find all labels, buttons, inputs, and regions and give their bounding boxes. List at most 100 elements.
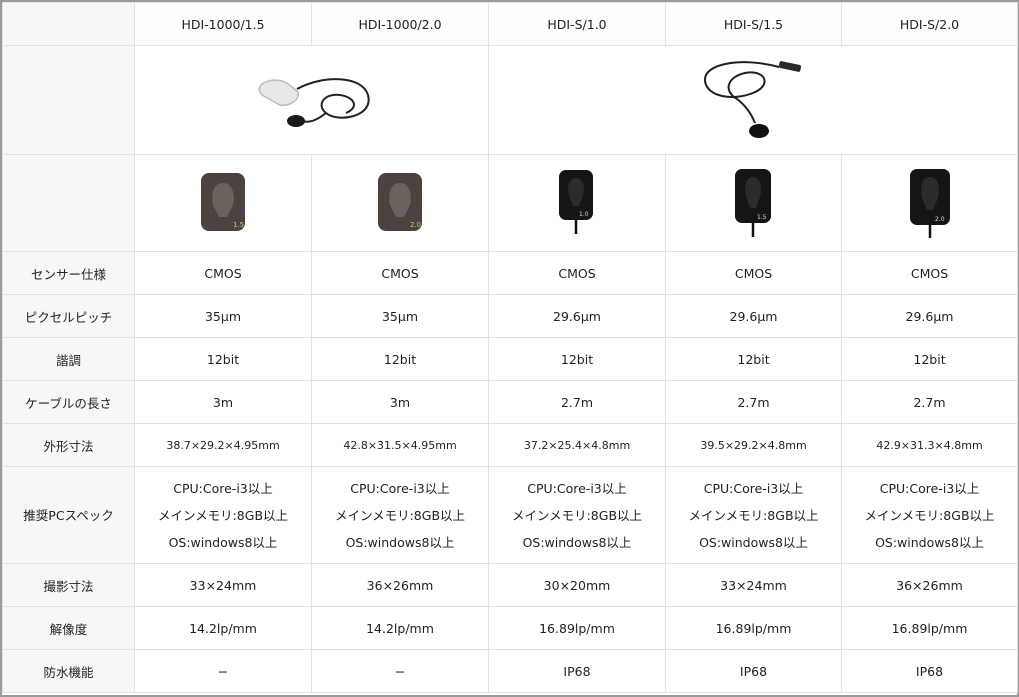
spec-value: 14.2lp/mm: [311, 606, 489, 650]
sensor-size-mark: 2.0: [410, 221, 421, 229]
sensor-photo-cell: 2.0: [311, 154, 489, 252]
spec-value: 12bit: [311, 337, 489, 381]
spec-value: 16.89lp/mm: [841, 606, 1018, 650]
spec-value: 29.6μm: [841, 294, 1018, 338]
model-header: HDI-S/2.0: [841, 2, 1018, 46]
spec-value: 29.6μm: [665, 294, 842, 338]
spec-value: 12bit: [841, 337, 1018, 381]
spec-value: 38.7×29.2×4.95mm: [134, 423, 312, 467]
model-header: HDI-1000/1.5: [134, 2, 312, 46]
spec-row: 諧調 12bit 12bit 12bit 12bit 12bit: [2, 337, 1018, 381]
spec-value: 16.89lp/mm: [665, 606, 842, 650]
spec-value: 2.7m: [665, 380, 842, 424]
spec-row: センサー仕様 CMOS CMOS CMOS CMOS CMOS: [2, 251, 1018, 295]
spec-value: −: [311, 649, 489, 693]
spec-value: IP68: [841, 649, 1018, 693]
sensor-2.0-image: 2.0: [378, 173, 422, 231]
spec-value: 33×24mm: [665, 563, 842, 607]
spec-row: 解像度 14.2lp/mm 14.2lp/mm 16.89lp/mm 16.89…: [2, 606, 1018, 650]
spec-value: 16.89lp/mm: [488, 606, 666, 650]
pc-spec-memory: メインメモリ:8GB以上: [334, 507, 466, 523]
header-blank-cell: [2, 2, 135, 46]
pc-spec-os: OS:windows8以上: [168, 534, 278, 550]
spec-label: ピクセルピッチ: [2, 294, 135, 338]
pc-spec-memory: メインメモリ:8GB以上: [864, 507, 995, 523]
spec-value: 29.6μm: [488, 294, 666, 338]
comparison-frame: HDI-1000/1.5 HDI-1000/2.0 HDI-S/1.0 HDI-…: [0, 0, 1019, 697]
spec-value: CMOS: [665, 251, 842, 295]
spec-label: 解像度: [2, 606, 135, 650]
spec-value: 2.7m: [841, 380, 1018, 424]
sensor-size-mark: 1.0: [579, 211, 589, 218]
spec-value: 39.5×29.2×4.8mm: [665, 423, 842, 467]
hdi-1000-photo-cell: [134, 45, 489, 155]
spec-label: 防水機能: [2, 649, 135, 693]
spec-row: 外形寸法 38.7×29.2×4.95mm 42.8×31.5×4.95mm 3…: [2, 423, 1018, 467]
photo-row-label: [2, 45, 135, 155]
sensor-size-mark: 2.0: [935, 216, 945, 223]
spec-value: 37.2×25.4×4.8mm: [488, 423, 666, 467]
pc-spec-value: CPU:Core-i3以上 メインメモリ:8GB以上 OS:windows8以上: [311, 466, 489, 564]
sensor-row-label: [2, 154, 135, 252]
pc-spec-cpu: CPU:Core-i3以上: [879, 480, 980, 496]
hdi-s-photo-cell: [488, 45, 1018, 155]
spec-label: 外形寸法: [2, 423, 135, 467]
pc-spec-cpu: CPU:Core-i3以上: [527, 480, 627, 496]
spec-row: 防水機能 − − IP68 IP68 IP68: [2, 649, 1018, 693]
spec-label: センサー仕様: [2, 251, 135, 295]
product-photo-row: [2, 45, 1018, 155]
pc-spec-cpu: CPU:Core-i3以上: [703, 480, 804, 496]
pc-spec-cpu: CPU:Core-i3以上: [173, 480, 273, 496]
sensor-photo-row: 1.5 2.0 1.0 1.5 2.0: [2, 154, 1018, 252]
spec-value: 30×20mm: [488, 563, 666, 607]
sensor-photo-cell: 1.5: [665, 154, 842, 252]
spec-value: IP68: [488, 649, 666, 693]
model-header: HDI-S/1.5: [665, 2, 842, 46]
pc-spec-os: OS:windows8以上: [875, 534, 984, 550]
pc-spec-value: CPU:Core-i3以上 メインメモリ:8GB以上 OS:windows8以上: [665, 466, 842, 564]
spec-row: ケーブルの長さ 3m 3m 2.7m 2.7m 2.7m: [2, 380, 1018, 424]
spec-value: 2.7m: [488, 380, 666, 424]
model-header: HDI-1000/2.0: [311, 2, 489, 46]
spec-value: CMOS: [311, 251, 489, 295]
spec-value: 14.2lp/mm: [134, 606, 312, 650]
pc-spec-os: OS:windows8以上: [699, 534, 808, 550]
spec-value: 36×26mm: [841, 563, 1018, 607]
hdi-1000-sensor-with-cable-image: [258, 78, 370, 127]
pc-spec-row: 推奨PCスペック CPU:Core-i3以上 メインメモリ:8GB以上 OS:w…: [2, 466, 1018, 564]
sensor-photo-cell: 1.5: [134, 154, 312, 252]
pc-spec-memory: メインメモリ:8GB以上: [511, 507, 643, 523]
spec-value: 12bit: [134, 337, 312, 381]
spec-value: 12bit: [665, 337, 842, 381]
spec-value: 42.8×31.5×4.95mm: [311, 423, 489, 467]
sensor-1.5-image: 1.5: [201, 173, 245, 231]
hdi-s-sensor-with-cable-image: [703, 61, 802, 138]
spec-value: 42.9×31.3×4.8mm: [841, 423, 1018, 467]
sensor-1.0-image: 1.0: [559, 170, 593, 234]
spec-label: 諧調: [2, 337, 135, 381]
spec-value: 36×26mm: [311, 563, 489, 607]
spec-value: 3m: [311, 380, 489, 424]
pc-spec-memory: メインメモリ:8GB以上: [157, 507, 289, 523]
sensor-photo-cell: 2.0: [841, 154, 1018, 252]
pc-spec-os: OS:windows8以上: [522, 534, 632, 550]
header-row: HDI-1000/1.5 HDI-1000/2.0 HDI-S/1.0 HDI-…: [2, 2, 1018, 46]
spec-row: 撮影寸法 33×24mm 36×26mm 30×20mm 33×24mm 36×…: [2, 563, 1018, 607]
spec-label: ケーブルの長さ: [2, 380, 135, 424]
spec-value: IP68: [665, 649, 842, 693]
spec-value: CMOS: [841, 251, 1018, 295]
spec-value: 35μm: [311, 294, 489, 338]
pc-spec-os: OS:windows8以上: [345, 534, 455, 550]
pc-spec-value: CPU:Core-i3以上 メインメモリ:8GB以上 OS:windows8以上: [841, 466, 1018, 564]
pc-spec-memory: メインメモリ:8GB以上: [688, 507, 819, 523]
spec-value: −: [134, 649, 312, 693]
sensor-2.0-image: 2.0: [909, 169, 950, 238]
spec-value: CMOS: [488, 251, 666, 295]
spec-value: 3m: [134, 380, 312, 424]
sensor-photo-cell: 1.0: [488, 154, 666, 252]
sensor-1.5-image: 1.5: [734, 169, 771, 237]
pc-spec-value: CPU:Core-i3以上 メインメモリ:8GB以上 OS:windows8以上: [134, 466, 312, 564]
spec-value: CMOS: [134, 251, 312, 295]
spec-label: 撮影寸法: [2, 563, 135, 607]
pc-spec-value: CPU:Core-i3以上 メインメモリ:8GB以上 OS:windows8以上: [488, 466, 666, 564]
